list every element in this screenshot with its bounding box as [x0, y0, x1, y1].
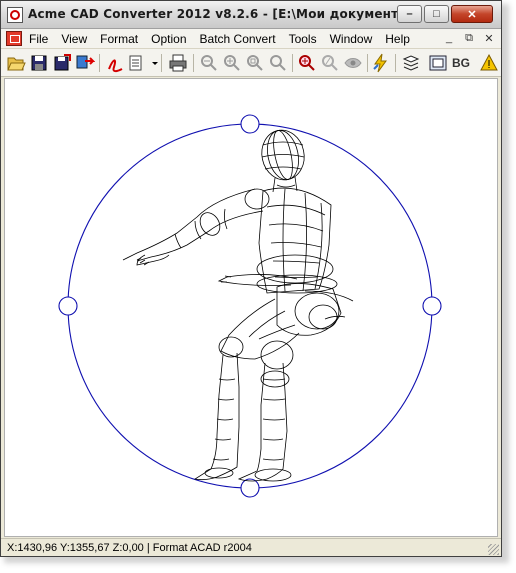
- wireframe-figure: [122, 129, 354, 482]
- open-icon[interactable]: [6, 53, 26, 73]
- circle-grip-bottom: [240, 478, 260, 498]
- lightning-icon[interactable]: [371, 53, 391, 73]
- layers-stack-icon[interactable]: [401, 53, 421, 73]
- menu-bar: File View Format Option Batch Convert To…: [1, 29, 501, 49]
- zoom-out-icon[interactable]: [199, 53, 219, 73]
- toolbar-separator: [395, 54, 396, 72]
- pdf-icon[interactable]: [105, 53, 125, 73]
- status-bar: X:1430,96 Y:1355,67 Z:0,00 | Format ACAD…: [1, 538, 501, 556]
- toolbar: BG: [1, 49, 501, 77]
- maximize-button[interactable]: □: [424, 5, 449, 23]
- menu-tools[interactable]: Tools: [289, 32, 317, 46]
- layers-icon[interactable]: [127, 53, 147, 73]
- background-button[interactable]: BG: [452, 56, 470, 70]
- toolbar-separator: [367, 54, 368, 72]
- save-icon[interactable]: [29, 53, 49, 73]
- cad-drawing: [58, 114, 442, 498]
- zoom-window-icon[interactable]: [245, 53, 265, 73]
- title-bar[interactable]: Acme CAD Converter 2012 v8.2.6 - [E:\Мои…: [1, 1, 501, 29]
- drawing-canvas[interactable]: [4, 78, 498, 537]
- mdi-restore-button[interactable]: ⧉: [463, 32, 475, 45]
- zoom-realtime-icon[interactable]: [320, 53, 340, 73]
- pencil-icon[interactable]: [479, 53, 499, 73]
- menu-window[interactable]: Window: [330, 32, 373, 46]
- mdi-buttons: _ ⧉ ✕: [443, 32, 495, 45]
- chevron-down-icon[interactable]: [145, 53, 158, 73]
- zoom-in-icon[interactable]: [222, 53, 242, 73]
- minimize-button[interactable]: –: [397, 5, 422, 23]
- mdi-minimize-button[interactable]: _: [443, 32, 455, 45]
- circle-grip-left: [58, 296, 78, 316]
- print-icon[interactable]: [168, 53, 188, 73]
- menu-batch-convert[interactable]: Batch Convert: [200, 32, 276, 46]
- save-as-icon[interactable]: [52, 53, 72, 73]
- toolbar-separator: [193, 54, 194, 72]
- window-title: Acme CAD Converter 2012 v8.2.6 - [E:\Мои…: [28, 7, 408, 21]
- menu-file[interactable]: File: [29, 32, 48, 46]
- eye-icon[interactable]: [343, 53, 363, 73]
- document-icon[interactable]: [6, 31, 22, 46]
- menu-option[interactable]: Option: [151, 32, 186, 46]
- batch-icon[interactable]: [75, 53, 95, 73]
- resize-grip[interactable]: [488, 544, 499, 555]
- menu-view[interactable]: View: [61, 32, 87, 46]
- app-window: Acme CAD Converter 2012 v8.2.6 - [E:\Мои…: [0, 0, 502, 557]
- circle-grip-top: [240, 114, 260, 134]
- caption-buttons: – □ ✕: [397, 5, 493, 23]
- toolbar-separator: [99, 54, 100, 72]
- bounding-circle: [58, 114, 442, 498]
- circle-grip-right: [422, 296, 442, 316]
- pan-icon[interactable]: [297, 53, 317, 73]
- menu-items: File View Format Option Batch Convert To…: [29, 32, 423, 46]
- app-icon[interactable]: [7, 7, 23, 23]
- mdi-close-button[interactable]: ✕: [483, 32, 495, 45]
- menu-help[interactable]: Help: [385, 32, 410, 46]
- status-coordinates: X:1430,96 Y:1355,67 Z:0,00 | Format ACAD…: [7, 542, 252, 554]
- toolbar-separator: [161, 54, 162, 72]
- close-button[interactable]: ✕: [451, 5, 493, 23]
- menu-format[interactable]: Format: [100, 32, 138, 46]
- zoom-extents-icon[interactable]: [268, 53, 288, 73]
- frame-icon[interactable]: [428, 53, 448, 73]
- toolbar-separator: [292, 54, 293, 72]
